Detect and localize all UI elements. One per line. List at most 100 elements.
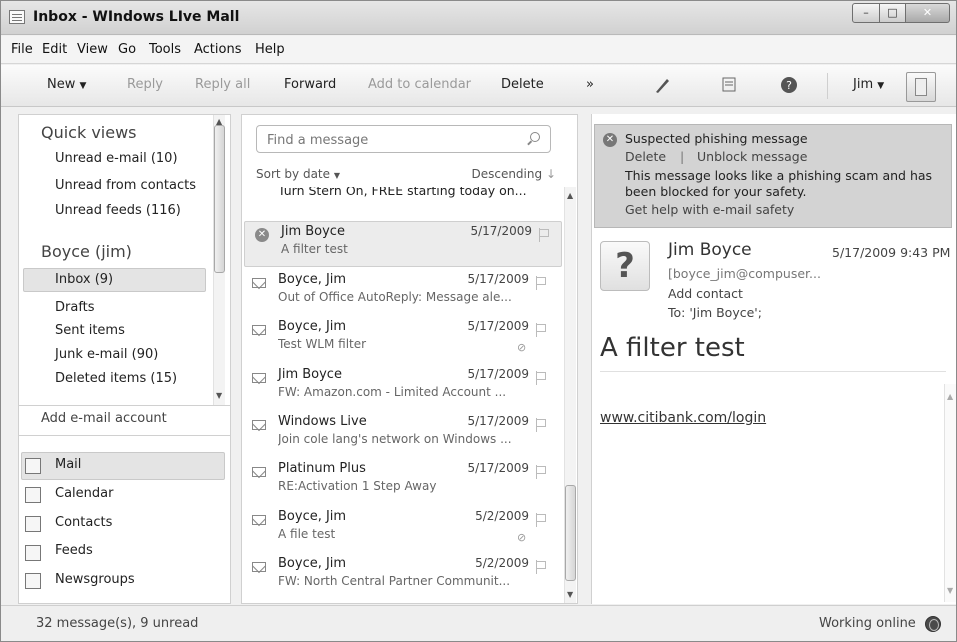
reply-all-button[interactable]: Reply all bbox=[195, 77, 250, 92]
message-row[interactable]: Boyce, Jim 5/2/2009 FW: North Central Pa… bbox=[242, 554, 562, 600]
account-header[interactable]: Boyce (jim) bbox=[41, 242, 132, 261]
mail-selection bbox=[21, 452, 225, 480]
quick-view-unread-contacts[interactable]: Unread from contacts bbox=[55, 178, 196, 193]
scroll-thumb[interactable] bbox=[214, 125, 225, 273]
add-email-account-link[interactable]: Add e-mail account bbox=[41, 411, 167, 426]
help-icon[interactable]: ? bbox=[779, 75, 799, 95]
scroll-thumb[interactable] bbox=[565, 485, 576, 581]
to-value: 'Jim Boyce'; bbox=[689, 305, 762, 320]
envelope-icon bbox=[252, 278, 266, 288]
message-count-status: 32 message(s), 9 unread bbox=[36, 616, 199, 631]
message-row[interactable]: Jim Boyce 5/17/2009 FW: Amazon.com - Lim… bbox=[242, 365, 562, 411]
more-commands-button[interactable]: » bbox=[586, 77, 594, 92]
message-from: Windows Live bbox=[278, 414, 367, 429]
flag-icon[interactable] bbox=[536, 276, 548, 290]
layout-icon[interactable] bbox=[721, 75, 741, 95]
flag-icon[interactable] bbox=[536, 323, 548, 337]
message-body-link[interactable]: www.citibank.com/login bbox=[600, 410, 766, 426]
search-icon[interactable] bbox=[530, 132, 540, 142]
menu-edit[interactable]: Edit bbox=[42, 42, 67, 57]
toolbar: New ▼ Reply Reply all Forward Add to cal… bbox=[1, 65, 956, 107]
nav-mail[interactable]: Mail bbox=[55, 457, 81, 472]
reply-button[interactable]: Reply bbox=[127, 77, 163, 92]
app-window: Inbox - WIndows LIve Mall – □ ✕ File Edi… bbox=[0, 0, 957, 642]
quick-view-unread-feeds[interactable]: Unread feeds (116) bbox=[55, 203, 181, 218]
message-row[interactable]: Platinum Plus 5/17/2009 RE:Activation 1 … bbox=[242, 459, 562, 505]
folder-junk-email[interactable]: Junk e-mail (90) bbox=[55, 347, 158, 362]
dropdown-arrow-icon: ▼ bbox=[877, 81, 885, 91]
nav-calendar[interactable]: Calendar bbox=[55, 486, 113, 501]
minimize-button[interactable]: – bbox=[852, 3, 880, 23]
search-input[interactable]: Find a message bbox=[256, 125, 551, 153]
folder-drafts[interactable]: Drafts bbox=[55, 300, 95, 315]
message-row[interactable]: Boyce, Jim 5/17/2009 Out of Office AutoR… bbox=[242, 270, 562, 316]
scroll-up-icon[interactable]: ▲ bbox=[947, 392, 953, 401]
flag-icon[interactable] bbox=[536, 513, 548, 527]
warning-separator: | bbox=[680, 149, 685, 164]
message-row[interactable]: Boyce, Jim 5/17/2009 Test WLM filter ⊘ bbox=[242, 317, 562, 363]
envelope-icon bbox=[252, 515, 266, 525]
envelope-icon bbox=[252, 325, 266, 335]
forward-button[interactable]: Forward bbox=[284, 77, 336, 92]
scroll-down-icon[interactable]: ▼ bbox=[947, 586, 953, 595]
newsgroups-icon bbox=[25, 573, 41, 589]
new-button[interactable]: New ▼ bbox=[47, 77, 86, 92]
message-date: 5/2/2009 bbox=[475, 509, 529, 523]
quick-views-header[interactable]: Quick views bbox=[41, 123, 137, 142]
window-title: Inbox - WIndows LIve Mall bbox=[33, 9, 240, 25]
to-label: To: bbox=[668, 305, 686, 320]
dropdown-arrow-icon: ▼ bbox=[79, 81, 87, 91]
nav-newsgroups[interactable]: Newsgroups bbox=[55, 572, 135, 587]
message-date: 5/2/2009 bbox=[475, 556, 529, 570]
flag-icon[interactable] bbox=[539, 228, 551, 242]
menu-tools[interactable]: Tools bbox=[149, 42, 181, 57]
maximize-button[interactable]: □ bbox=[880, 3, 906, 23]
status-bar: 32 message(s), 9 unread Working online bbox=[1, 605, 956, 641]
scroll-down-icon[interactable]: ▼ bbox=[567, 590, 573, 599]
message-list-scrollbar[interactable]: ▲ ▼ bbox=[564, 187, 576, 603]
reading-scrollbar[interactable]: ▲ ▼ bbox=[944, 384, 956, 602]
folder-scrollbar[interactable]: ▲ ▼ bbox=[213, 115, 225, 405]
menu-view[interactable]: View bbox=[77, 42, 108, 57]
message-row-selected[interactable]: ✕ Jim Boyce 5/17/2009 A filter test bbox=[244, 221, 562, 267]
folder-sent-items[interactable]: Sent items bbox=[55, 323, 125, 338]
mail-app-icon bbox=[9, 10, 25, 24]
delete-button[interactable]: Delete bbox=[501, 77, 544, 92]
menu-bar: File Edit View Go Tools Actions Help bbox=[1, 36, 956, 64]
message-from: Boyce, Jim bbox=[278, 556, 347, 571]
sort-by-dropdown[interactable]: Sort by date ▼ bbox=[256, 167, 340, 181]
sort-order-toggle[interactable]: Descending ↓ bbox=[471, 167, 556, 181]
menu-file[interactable]: File bbox=[11, 42, 33, 57]
flag-icon[interactable] bbox=[536, 560, 548, 574]
sort-by-label: Sort by date bbox=[256, 167, 331, 181]
nav-contacts[interactable]: Contacts bbox=[55, 515, 112, 530]
pen-icon[interactable] bbox=[653, 75, 673, 95]
quick-view-unread-email[interactable]: Unread e-mail (10) bbox=[55, 151, 178, 166]
scroll-down-icon[interactable]: ▼ bbox=[216, 391, 222, 400]
menu-help[interactable]: Help bbox=[255, 42, 285, 57]
folder-inbox[interactable]: Inbox (9) bbox=[55, 272, 113, 287]
warning-delete-link[interactable]: Delete bbox=[625, 149, 666, 164]
email-safety-help-link[interactable]: Get help with e-mail safety bbox=[625, 202, 794, 217]
message-row[interactable]: Boyce, Jim 5/2/2009 A file test ⊘ bbox=[242, 507, 562, 553]
message-row[interactable]: Turn Stern On, FREE starting today on... bbox=[242, 187, 562, 209]
flag-icon[interactable] bbox=[536, 371, 548, 385]
add-contact-link[interactable]: Add contact bbox=[668, 286, 743, 301]
menu-go[interactable]: Go bbox=[118, 42, 136, 57]
menu-actions[interactable]: Actions bbox=[194, 42, 242, 57]
nav-feeds[interactable]: Feeds bbox=[55, 543, 93, 558]
message-date: 5/17/2009 bbox=[467, 367, 529, 381]
message-row[interactable]: Windows Live 5/17/2009 Join cole lang's … bbox=[242, 412, 562, 458]
close-button[interactable]: ✕ bbox=[906, 3, 950, 23]
flag-icon[interactable] bbox=[536, 465, 548, 479]
sender-name[interactable]: Jim Boyce bbox=[668, 240, 752, 260]
add-to-calendar-button[interactable]: Add to calendar bbox=[368, 77, 471, 92]
user-menu-button[interactable]: Jim ▼ bbox=[853, 77, 884, 92]
flag-icon[interactable] bbox=[536, 418, 548, 432]
folder-deleted-items[interactable]: Deleted items (15) bbox=[55, 371, 177, 386]
message-list: Turn Stern On, FREE starting today on...… bbox=[242, 187, 564, 603]
scroll-up-icon[interactable]: ▲ bbox=[567, 191, 573, 200]
user-avatar[interactable] bbox=[906, 72, 936, 102]
unblock-message-link[interactable]: Unblock message bbox=[697, 149, 807, 164]
unknown-sender-icon: ? bbox=[600, 241, 650, 291]
